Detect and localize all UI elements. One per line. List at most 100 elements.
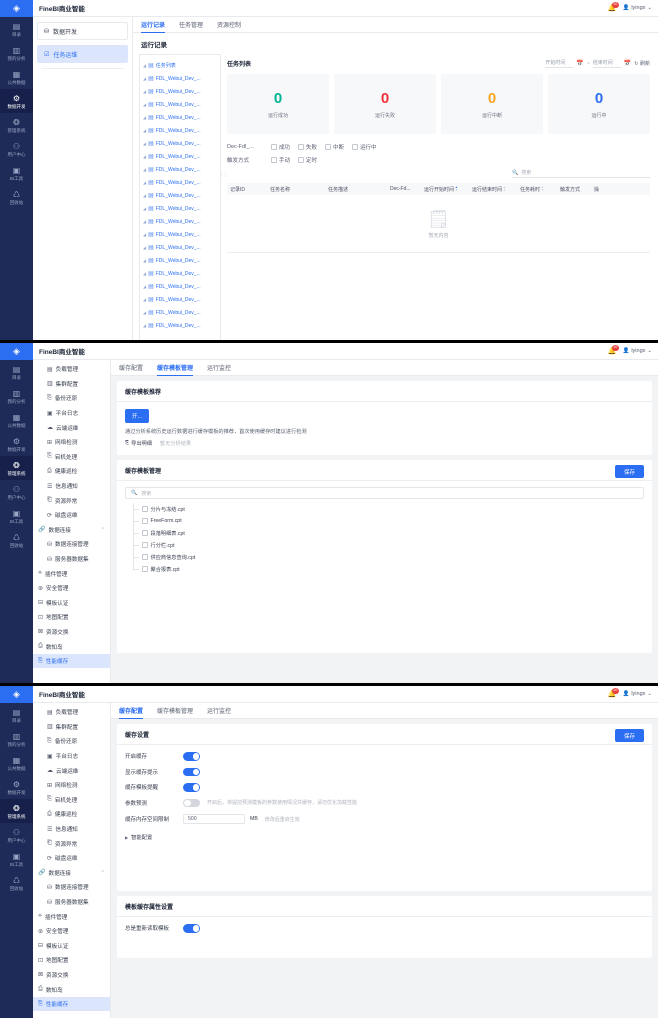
admin-nav-item-16[interactable]: ⊟ 模板认证 xyxy=(33,939,110,954)
admin-nav-item-19[interactable]: ⎙ 数知岛 xyxy=(33,982,110,997)
rail-item-admin-system[interactable]: ❂ 管理系统 xyxy=(0,799,33,823)
admin-nav-item-1[interactable]: ▥ 集群配置 xyxy=(33,377,110,392)
admin-nav-item-3[interactable]: ▣ 平台日志 xyxy=(33,406,110,421)
admin-nav-item-1[interactable]: ▥ 集群配置 xyxy=(33,720,110,735)
admin-nav-item-9[interactable]: ⎗ 资源异常 xyxy=(33,493,110,508)
rail-item-recycle[interactable]: ♺ 回收站 xyxy=(0,528,33,552)
calendar-icon[interactable]: 📅 xyxy=(576,60,583,67)
tree-item[interactable]: ◢ ▤ FDL_Webui_Dev_... xyxy=(140,215,220,228)
tab-run-monitor[interactable]: 运行监控 xyxy=(207,363,231,375)
admin-nav-item-12[interactable]: ⛁ 数据连接管理 xyxy=(33,880,110,895)
chevron-up-icon[interactable]: ⌃ xyxy=(101,870,105,876)
finebi-logo-icon[interactable]: ◈ xyxy=(0,0,33,17)
tree-item[interactable]: ◢ ▤ FDL_Webui_Dev_... xyxy=(140,111,220,124)
finebi-logo-icon[interactable]: ◈ xyxy=(0,686,33,703)
save-button[interactable]: 保存 xyxy=(614,729,644,742)
admin-nav-item-20[interactable]: ⎘ 性能缓存 xyxy=(33,996,110,1012)
admin-nav-item-15[interactable]: ⊛ 安全管理 xyxy=(33,924,110,939)
rail-item-user-center[interactable]: ⚇ 用户中心 xyxy=(0,137,33,161)
admin-nav-item-8[interactable]: ☰ 信息通知 xyxy=(33,479,110,494)
export-detail-link[interactable]: ⎘ 导出明细 xyxy=(125,440,152,447)
tree-item[interactable]: ◢ ▤ FDL_Webui_Dev_... xyxy=(140,202,220,215)
tree-item[interactable]: ◢ ▤ FDL_Webui_Dev_... xyxy=(140,280,220,293)
admin-nav-item-8[interactable]: ☰ 信息通知 xyxy=(33,822,110,837)
checkbox-interrupted[interactable]: 中断 xyxy=(325,143,344,151)
template-reminder-toggle[interactable] xyxy=(183,783,200,792)
tree-item[interactable]: ◢ ▤ FDL_Webui_Dev_... xyxy=(140,189,220,202)
tree-item[interactable]: ◢ ▤ FDL_Webui_Dev_... xyxy=(140,319,220,332)
rail-item-public-data[interactable]: ▦ 公共数据 xyxy=(0,751,33,775)
rail-item-directory[interactable]: ▤ 目录 xyxy=(0,360,33,384)
tab-cache-template-manage[interactable]: 缓存模板管理 xyxy=(157,363,194,376)
refresh-button[interactable]: ↻ 刷新 xyxy=(634,60,650,68)
tree-item[interactable]: ◢ ▤ FDL_Webui_Dev_... xyxy=(140,228,220,241)
checkbox-icon[interactable] xyxy=(142,506,148,512)
rail-item-directory[interactable]: ▤ 目录 xyxy=(0,17,33,41)
checkbox-icon[interactable] xyxy=(142,566,148,572)
calendar-icon[interactable]: 📅 xyxy=(624,60,631,67)
search-input[interactable]: 🔍 搜索 xyxy=(512,169,650,178)
list-item[interactable]: 聚合报表.cpt xyxy=(133,563,644,575)
bell-icon[interactable]: 🔔 10 xyxy=(608,2,619,12)
admin-nav-item-11[interactable]: 🔗 数据连接 ⌃ xyxy=(33,866,110,881)
admin-nav-item-0[interactable]: ▤ 负载管理 xyxy=(33,362,110,377)
rail-item-public-data[interactable]: ▦ 公共数据 xyxy=(0,65,33,89)
list-item[interactable]: FreeForm.cpt xyxy=(133,515,644,527)
task-tree[interactable]: ◢ ▤ 任务列表 ◢ ▤ FDL_Webui_Dev_... ◢ ▤ FDL_Webui… xyxy=(139,54,221,340)
memory-limit-input[interactable]: 500 xyxy=(183,814,245,824)
show-cache-tip-toggle[interactable] xyxy=(183,767,200,776)
admin-nav-item-7[interactable]: ⎙ 健康巡检 xyxy=(33,464,110,479)
list-item[interactable]: 行分栏.cpt xyxy=(133,539,644,551)
drag-handle[interactable]: ⋮⋮ xyxy=(219,172,228,178)
rail-item-public-data[interactable]: ▦ 公共数据 xyxy=(0,408,33,432)
checkbox-failed[interactable]: 失败 xyxy=(298,143,317,151)
rail-item-bi-tools[interactable]: ▣ BI工具 xyxy=(0,847,33,871)
tab-cache-config[interactable]: 缓存配置 xyxy=(119,363,143,375)
tab-cache-config[interactable]: 缓存配置 xyxy=(119,706,144,719)
checkbox-running[interactable]: 运行中 xyxy=(352,143,377,151)
admin-nav-item-7[interactable]: ⎙ 健康巡检 xyxy=(33,807,110,822)
admin-nav-item-18[interactable]: ⊠ 资源交换 xyxy=(33,625,110,640)
tree-item[interactable]: ◢ ▤ FDL_Webui_Dev_... xyxy=(140,306,220,319)
tree-item[interactable]: ◢ ▤ FDL_Webui_Dev_... xyxy=(140,293,220,306)
col-start-time[interactable]: 运行开始时间 ▴ ▾ xyxy=(421,185,469,192)
admin-nav-item-15[interactable]: ⊛ 安全管理 xyxy=(33,581,110,596)
tab-run-monitor[interactable]: 运行监控 xyxy=(207,706,231,718)
admin-nav-item-2[interactable]: ⎘ 备份还原 xyxy=(33,734,110,749)
sidebar-item-task-ops[interactable]: ☑ 任务运维 xyxy=(37,45,128,63)
tab-run-records[interactable]: 运行记录 xyxy=(141,20,166,33)
rail-item-data-dev[interactable]: ⚙ 数据开发 xyxy=(0,432,33,456)
rail-item-directory[interactable]: ▤ 目录 xyxy=(0,703,33,727)
checkbox-icon[interactable] xyxy=(142,554,148,560)
tree-item[interactable]: ◢ ▤ FDL_Webui_Dev_... xyxy=(140,176,220,189)
rail-item-user-center[interactable]: ⚇ 用户中心 xyxy=(0,480,33,504)
rail-item-admin-system[interactable]: ❂ 管理系统 xyxy=(0,113,33,137)
admin-nav-item-4[interactable]: ☁ 云端运维 xyxy=(33,420,110,435)
tree-item[interactable]: ◢ ▤ FDL_Webui_Dev_... xyxy=(140,241,220,254)
tree-root[interactable]: ◢ ▤ 任务列表 xyxy=(140,59,220,72)
list-item[interactable]: 分片与冻结.cpt xyxy=(133,503,644,515)
admin-nav-item-18[interactable]: ⊠ 资源交换 xyxy=(33,968,110,983)
rail-item-my-analysis[interactable]: ▥ 我的分析 xyxy=(0,384,33,408)
rail-item-my-analysis[interactable]: ▥ 我的分析 xyxy=(0,727,33,751)
template-search-input[interactable]: 🔍 搜索 xyxy=(125,487,644,499)
param-prediction-toggle[interactable] xyxy=(183,798,200,807)
admin-nav-item-12[interactable]: ⛁ 数据连接管理 xyxy=(33,537,110,552)
admin-nav-item-6[interactable]: ⎘ 宕机处理 xyxy=(33,450,110,465)
list-item[interactable]: 段落明细表.cpt xyxy=(133,527,644,539)
rail-item-data-dev[interactable]: ⚙ 数据开发 xyxy=(0,775,33,799)
checkbox-success[interactable]: 成功 xyxy=(271,143,290,151)
admin-nav-item-20[interactable]: ⎘ 性能缓存 xyxy=(33,653,110,669)
tree-item[interactable]: ◢ ▤ FDL_Webui_Dev_... xyxy=(140,254,220,267)
tree-scroll[interactable]: ◢ ▤ 任务列表 ◢ ▤ FDL_Webui_Dev_... ◢ ▤ FDL_Webui… xyxy=(140,59,220,338)
start-analyze-button[interactable]: 开... xyxy=(125,409,150,423)
admin-nav-item-10[interactable]: ⟳ 磁盘运维 xyxy=(33,508,110,523)
admin-nav-item-10[interactable]: ⟳ 磁盘运维 xyxy=(33,851,110,866)
admin-nav-item-9[interactable]: ⎗ 资源异常 xyxy=(33,836,110,851)
admin-nav-item-14[interactable]: ⟡ 插件管理 xyxy=(33,909,110,924)
admin-nav-item-17[interactable]: ⊡ 地图配置 xyxy=(33,610,110,625)
rail-item-data-dev[interactable]: ⚙ 数据开发 xyxy=(0,89,33,113)
chevron-up-icon[interactable]: ⌃ xyxy=(101,527,105,533)
user-menu[interactable]: 👤 lyingx ⌄ xyxy=(622,348,652,354)
end-date-input[interactable]: 结束时间 xyxy=(592,59,621,68)
